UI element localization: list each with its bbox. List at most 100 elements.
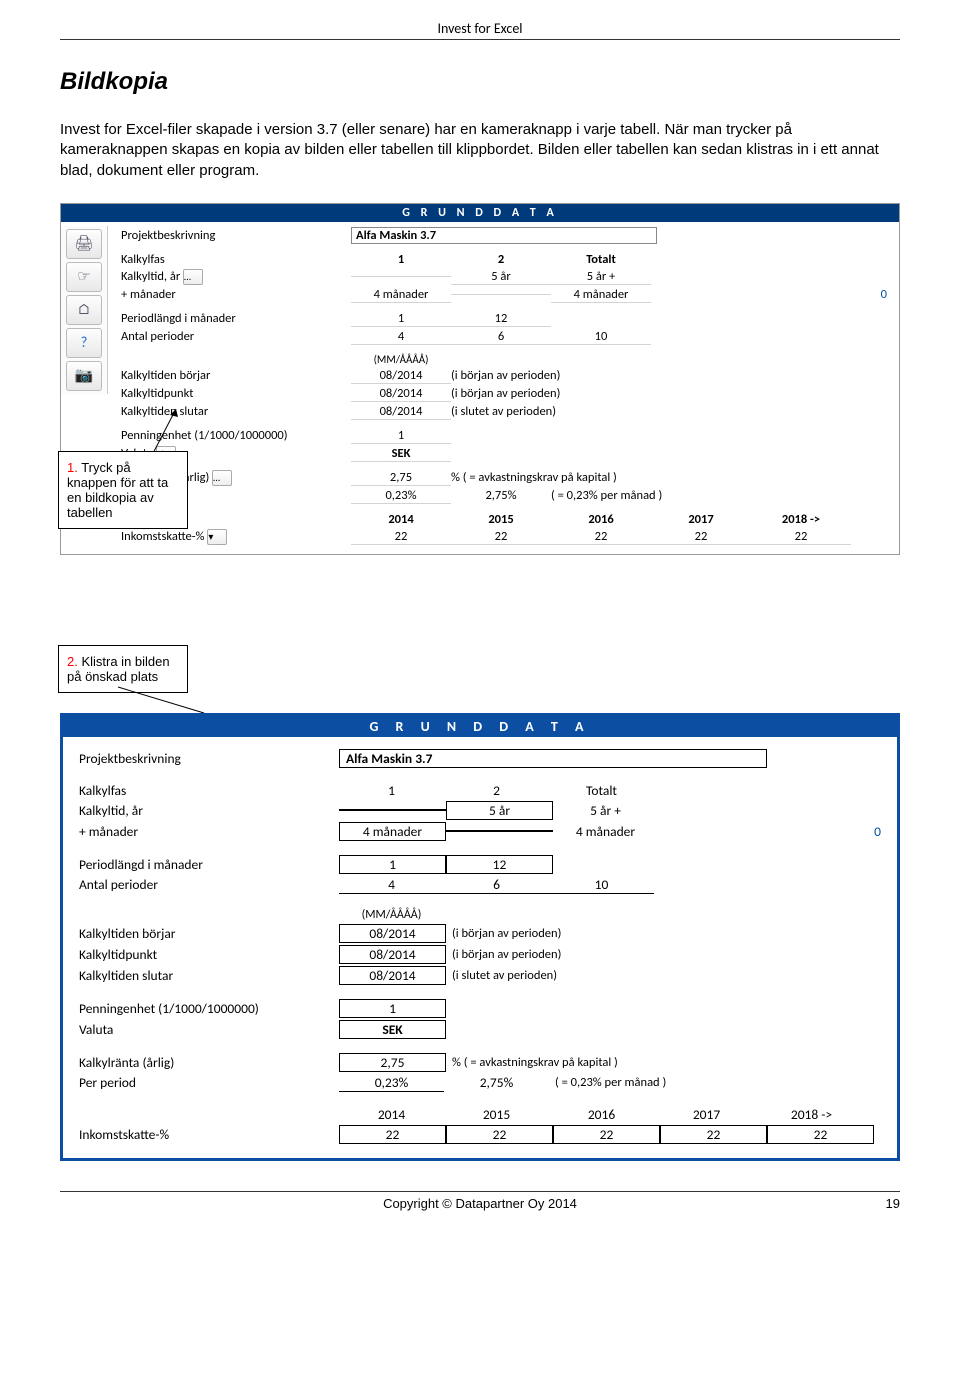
section-heading: Bildkopia xyxy=(60,68,900,96)
paste-ks-note: (i slutet av perioden) xyxy=(446,968,557,983)
ss-kalkylfas-tot: Totalt xyxy=(551,252,651,267)
ss-ap-label: Antal perioder xyxy=(121,329,351,344)
ss-kp-label: Kalkyltidpunkt xyxy=(121,386,351,401)
dropdown-icon[interactable]: ▾ xyxy=(207,529,227,545)
paste-pe-v: 1 xyxy=(339,999,446,1018)
ss-kp-v: 08/2014 xyxy=(351,386,451,402)
paste-man-2: 4 månader xyxy=(553,823,658,840)
paste-kt-label: Kalkyltid, år xyxy=(79,802,339,819)
ellipsis-icon[interactable]: … xyxy=(183,269,203,285)
ellipsis-icon[interactable]: … xyxy=(212,470,232,486)
paste-ap-2: 10 xyxy=(549,876,654,894)
paste-kr-v: 2,75 xyxy=(339,1053,446,1072)
ss-year-1: 2015 xyxy=(451,512,551,527)
paste-year-3: 2017 xyxy=(654,1106,759,1123)
ss-pl-c2: 12 xyxy=(451,311,551,327)
ss-pl-c1: 1 xyxy=(351,311,451,327)
ss-manader-far: 0 xyxy=(867,287,887,302)
paste-pl-label: Periodlängd i månader xyxy=(79,856,339,873)
ss-year-0: 2014 xyxy=(351,512,451,527)
paste-tax-4: 22 xyxy=(767,1125,874,1144)
footer-copyright: Copyright © Datapartner Oy 2014 xyxy=(340,1196,620,1211)
callout-two-text: Klistra in bilden på önskad plats xyxy=(67,654,170,684)
camera-icon[interactable]: 📷 xyxy=(66,361,102,391)
home-icon[interactable]: ⌂ xyxy=(66,295,102,325)
ss-pp-v: 0,23% xyxy=(351,488,451,504)
paste-year-1: 2015 xyxy=(444,1106,549,1123)
ss-ks-note: (i slutet av perioden) xyxy=(451,404,651,419)
ss-tax-0: 22 xyxy=(351,529,451,545)
ss-va-v: SEK xyxy=(351,446,451,462)
paste-kr-label: Kalkylränta (årlig) xyxy=(79,1054,339,1071)
ss-year-3: 2017 xyxy=(651,512,751,527)
help-icon[interactable]: ? xyxy=(66,328,102,358)
paste-pp-note: ( = 0,23% per månad ) xyxy=(549,1075,666,1090)
paste-man-far: 0 xyxy=(851,823,881,840)
hand-icon[interactable]: ☞ xyxy=(66,262,102,292)
ss-manader-tot: 4 månader xyxy=(551,287,651,303)
paste-kb-v: 08/2014 xyxy=(339,924,446,943)
ss-kb-label: Kalkyltiden börjar xyxy=(121,368,351,383)
ss-projbeskr-label: Projektbeskrivning xyxy=(121,228,351,243)
paste-proj-value: Alfa Maskin 3.7 xyxy=(339,749,767,768)
paste-kb-label: Kalkyltiden börjar xyxy=(79,925,339,942)
ss-year-4: 2018 -> xyxy=(751,512,851,527)
screenshot-title-bar: G R U N D D A T A xyxy=(61,204,899,222)
paste-kr-note: % ( = avkastningskrav på kapital ) xyxy=(446,1055,618,1070)
ss-kr-v: 2,75 xyxy=(351,470,451,486)
callout-one: 1. Tryck på knappen för att ta en bildko… xyxy=(58,451,188,529)
paste-pp-label: Per period xyxy=(79,1074,339,1091)
paste-man-0: 4 månader xyxy=(339,822,446,841)
paste-ap-1: 6 xyxy=(444,876,549,894)
paste-kt-0 xyxy=(339,809,446,811)
paste-tax-label: Inkomstskatte-% xyxy=(79,1126,339,1143)
page-footer: Copyright © Datapartner Oy 2014 19 xyxy=(60,1191,900,1211)
paste-kf-2: Totalt xyxy=(549,782,654,799)
paste-va-v: SEK xyxy=(339,1020,446,1039)
ss-manader-c1: 4 månader xyxy=(351,287,451,303)
paste-kp-label: Kalkyltidpunkt xyxy=(79,946,339,963)
paste-ap-0: 4 xyxy=(339,876,444,894)
page-header: Invest for Excel xyxy=(60,20,900,40)
ss-kalkyltid-label: Kalkyltid, år … xyxy=(121,269,351,285)
printer-icon[interactable]: 🖨 xyxy=(66,229,102,259)
ss-kr-note: % ( = avkastningskrav på kapital ) xyxy=(451,470,651,485)
paste-year-0: 2014 xyxy=(339,1106,444,1123)
paste-proj-label: Projektbeskrivning xyxy=(79,750,339,767)
callout-two-num: 2. xyxy=(67,654,78,669)
ss-ap-c2: 6 xyxy=(451,329,551,345)
paste-tax-1: 22 xyxy=(446,1125,553,1144)
paste-kt-1: 5 år xyxy=(446,801,553,820)
paste-pe-label: Penningenhet (1/1000/1000000) xyxy=(79,1000,339,1017)
paste-title: G R U N D D A T A xyxy=(63,716,897,737)
ss-kalkylfas-2: 2 xyxy=(451,252,551,267)
paste-pp-v: 0,23% xyxy=(339,1074,444,1092)
ss-tax-1: 22 xyxy=(451,529,551,545)
ss-tax-4: 22 xyxy=(751,529,851,545)
ss-kalkylfas-1: 1 xyxy=(351,252,451,267)
paste-mm: (MM/ÅÅÅÅ) xyxy=(339,908,444,922)
paste-kp-v: 08/2014 xyxy=(339,945,446,964)
paste-kp-note: (i början av perioden) xyxy=(446,947,561,962)
callout-one-text: Tryck på knappen för att ta en bildkopia… xyxy=(67,460,168,520)
ss-tax-3: 22 xyxy=(651,529,751,545)
callout-one-num: 1. xyxy=(67,460,78,475)
paste-kb-note: (i början av perioden) xyxy=(446,926,561,941)
ss-manader-label: + månader xyxy=(121,287,351,302)
paste-ks-v: 08/2014 xyxy=(339,966,446,985)
ss-pp-v2: 2,75% xyxy=(451,488,551,503)
ss-ks-v: 08/2014 xyxy=(351,404,451,420)
paste-year-4: 2018 -> xyxy=(759,1106,864,1123)
ss-projbeskr-value: Alfa Maskin 3.7 xyxy=(351,227,657,244)
ss-kalkyltid-c2: 5 år xyxy=(451,269,551,285)
pasted-table: G R U N D D A T A Projektbeskrivning Alf… xyxy=(60,713,900,1161)
paste-year-2: 2016 xyxy=(549,1106,654,1123)
paste-kt-2: 5 år + xyxy=(553,802,658,819)
ss-tax-2: 22 xyxy=(551,529,651,545)
ss-tax-label: Inkomstskatte-% ▾ xyxy=(121,529,351,545)
ss-kalkylfas-label: Kalkylfas xyxy=(121,252,351,267)
ss-ap-c1: 4 xyxy=(351,329,451,345)
paste-tax-3: 22 xyxy=(660,1125,767,1144)
ss-kp-note: (i början av perioden) xyxy=(451,386,651,401)
paste-pl-0: 1 xyxy=(339,855,446,874)
